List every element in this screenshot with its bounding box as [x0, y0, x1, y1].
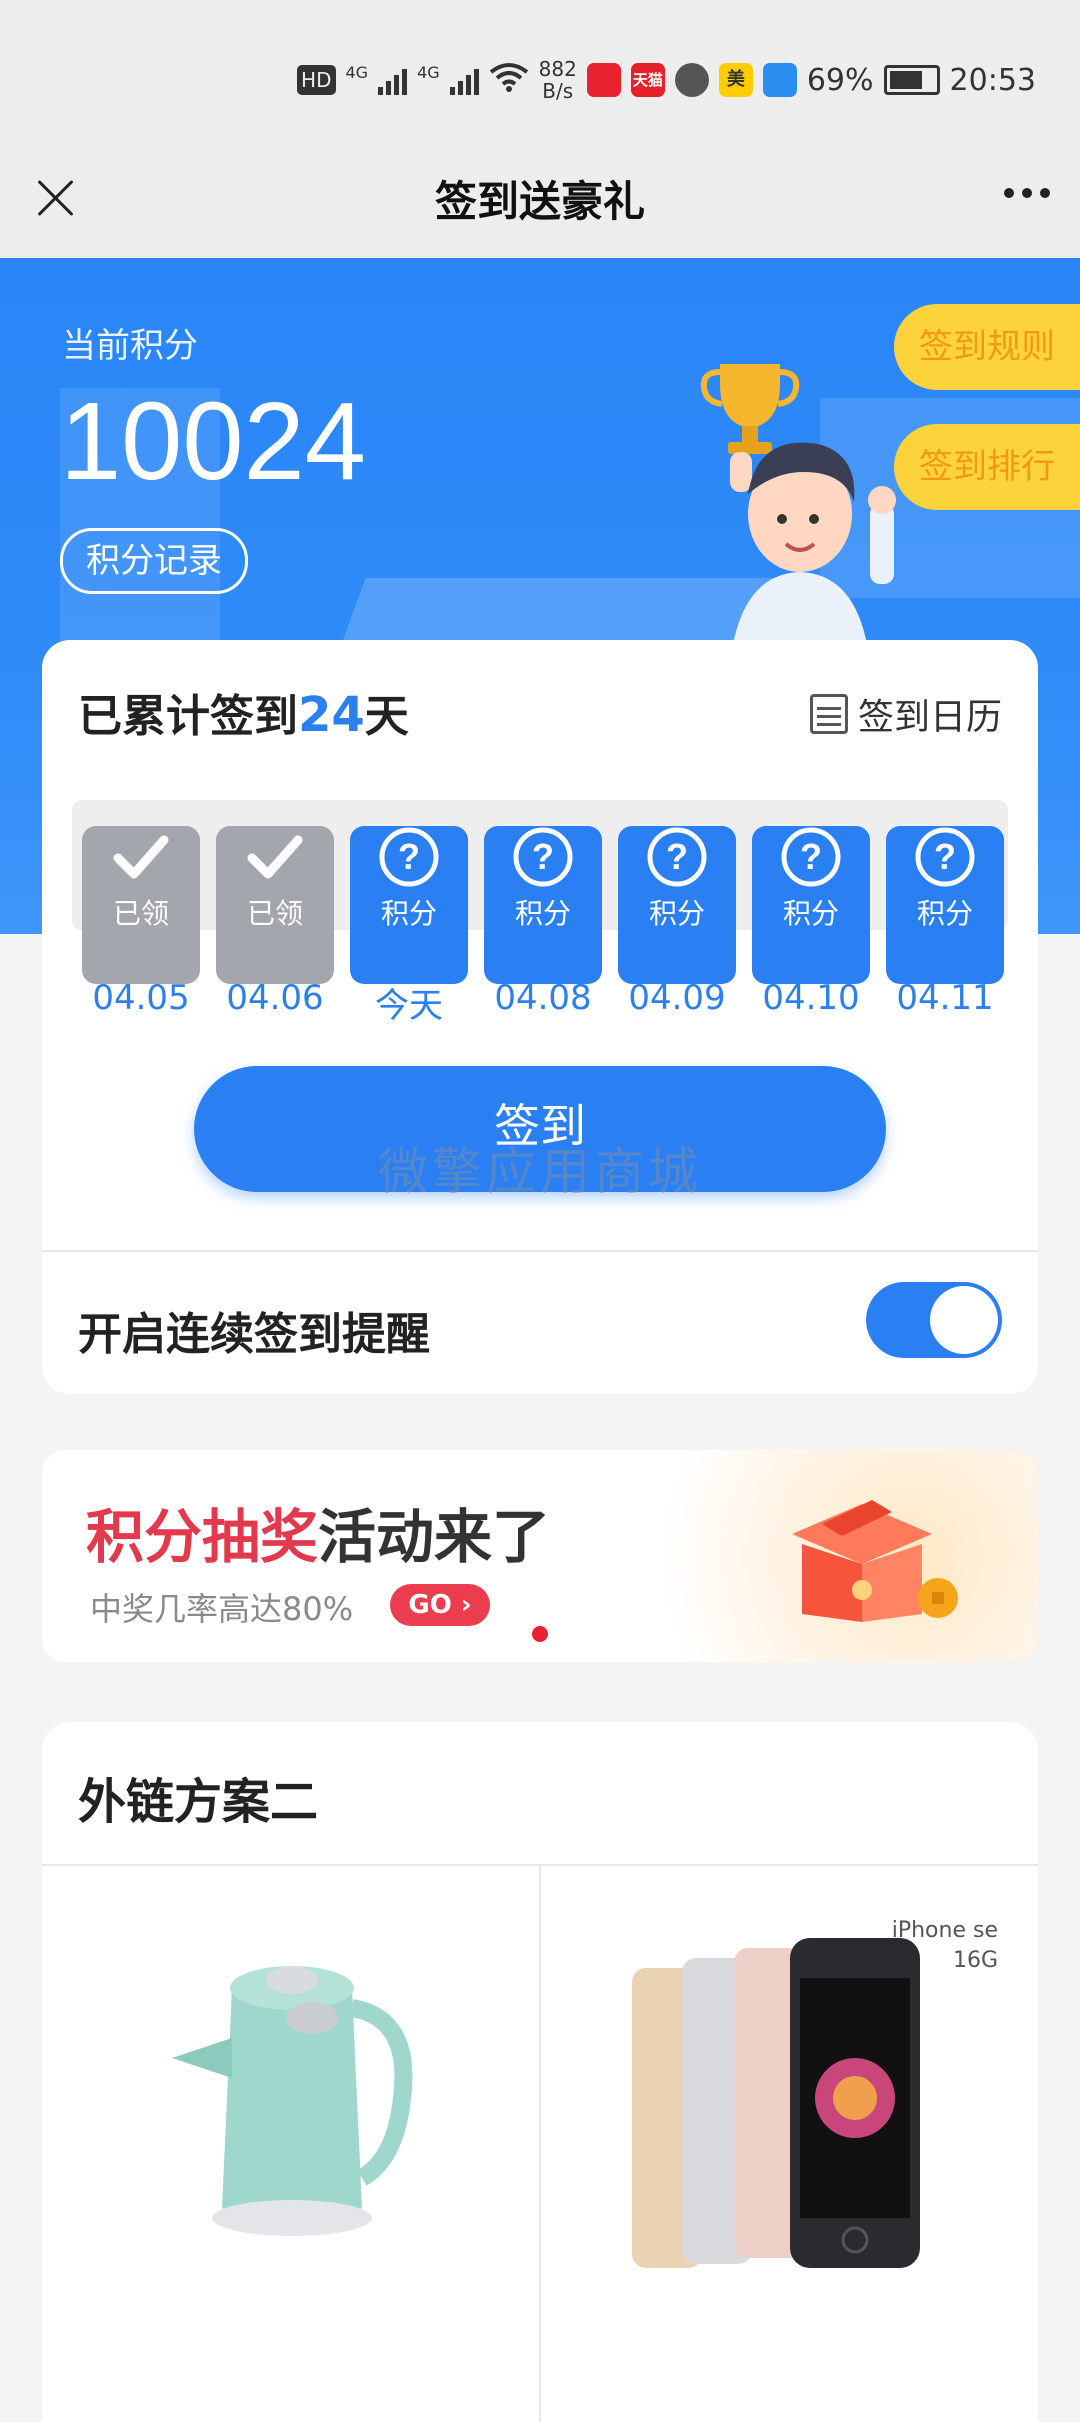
question-circle-icon: ?: [781, 827, 841, 887]
calendar-icon: [809, 694, 848, 734]
day-box: 已领: [216, 826, 334, 984]
more-icon[interactable]: [1004, 188, 1050, 198]
day-item[interactable]: ? 积分 04.08: [484, 804, 602, 1018]
day-box: ? 积分: [350, 826, 468, 984]
watermark: 微擎应用商城: [378, 1143, 702, 1201]
day-item[interactable]: ? 积分 04.10: [752, 804, 870, 1018]
trophy-man-illustration: [700, 364, 896, 664]
sign-calendar-link[interactable]: 签到日历: [809, 688, 1002, 740]
banner-title-highlight: 积分抽奖: [86, 1503, 319, 1571]
products-card: 外链方案二 iPhone se 16G: [42, 1722, 1038, 2422]
svg-text:?: ?: [398, 836, 420, 877]
points-value: 10024: [60, 380, 366, 503]
day-date: 04.10: [762, 978, 860, 1018]
clock: 20:53: [949, 62, 1036, 98]
day-label: 积分: [514, 897, 571, 930]
blue-app-icon: [762, 63, 797, 97]
cumulative-sign-text: 已累计签到24天: [78, 680, 409, 744]
sign-rules-button[interactable]: 签到规则: [894, 304, 1080, 390]
page-title: 签到送豪礼: [434, 177, 645, 226]
battery-icon: [883, 65, 940, 95]
day-box: ? 积分: [484, 826, 602, 984]
day-box: 已领: [82, 826, 200, 984]
banner-title-rest: 活动来了: [318, 1503, 551, 1571]
wifi-icon: [489, 62, 529, 99]
day-item[interactable]: ? 积分 今天: [350, 804, 468, 1026]
net-label: 4G: [345, 63, 369, 82]
day-date: 04.11: [896, 978, 994, 1018]
day-label: 积分: [916, 897, 973, 930]
day-item[interactable]: ? 积分 04.09: [618, 804, 736, 1018]
battery-percent: 69%: [806, 62, 874, 98]
go-button[interactable]: GO ›: [390, 1584, 490, 1626]
question-circle-icon: ?: [647, 827, 707, 887]
signal-icon-2: [449, 65, 479, 95]
points-record-button[interactable]: 积分记录: [60, 528, 248, 594]
day-label: 已领: [246, 897, 303, 930]
status-bar: HD 4G 4G 882 B/s 天猫 美 69% 20:53: [0, 0, 1080, 150]
question-circle-icon: ?: [513, 827, 573, 887]
cumulative-suffix: 天: [364, 691, 409, 742]
points-label: 当前积分: [62, 326, 198, 366]
day-box: ? 积分: [618, 826, 736, 984]
day-date: 04.09: [628, 978, 726, 1018]
products-title: 外链方案二: [78, 1774, 319, 1830]
divider: [539, 1864, 541, 2422]
gift-box-illustration: [792, 1500, 958, 1622]
iphone-product-image[interactable]: [622, 1918, 982, 2298]
gray-app-icon: [674, 63, 709, 97]
check-icon: [113, 835, 169, 879]
svg-text:?: ?: [800, 836, 822, 877]
meituan-icon: 美: [718, 63, 753, 97]
kettle-product-image[interactable]: [162, 1928, 422, 2258]
net-speed-value: 882: [538, 57, 577, 81]
status-icons: HD 4G 4G 882 B/s 天猫 美 69% 20:53: [297, 58, 1036, 102]
toggle-knob: [930, 1286, 998, 1354]
sign-ranking-button[interactable]: 签到排行: [894, 424, 1080, 510]
day-box: ? 积分: [886, 826, 1004, 984]
banner-subtitle: 中奖几率高达80%: [90, 1590, 354, 1628]
day-box: ? 积分: [752, 826, 870, 984]
day-date: 04.05: [92, 978, 190, 1018]
day-date: 今天: [375, 986, 443, 1026]
sign-in-card: 已累计签到24天 签到日历 已领 04.05 已领 04.06 ? 积分 今天 …: [42, 640, 1038, 1394]
day-item[interactable]: 已领 04.05: [82, 804, 200, 1018]
day-date: 04.08: [494, 978, 592, 1018]
svg-text:?: ?: [934, 836, 956, 877]
lottery-banner[interactable]: 积分抽奖活动来了 中奖几率高达80% GO ›: [42, 1450, 1038, 1662]
question-circle-icon: ?: [915, 827, 975, 887]
svg-text:?: ?: [666, 836, 688, 877]
tmall-icon: 天猫: [630, 63, 665, 97]
reminder-label: 开启连续签到提醒: [78, 1309, 430, 1360]
calendar-label: 签到日历: [857, 697, 1002, 738]
divider: [42, 1250, 1038, 1252]
app-red-icon: [586, 63, 621, 97]
check-icon: [247, 835, 303, 879]
cumulative-prefix: 已累计签到: [78, 691, 298, 742]
net-speed-unit: B/s: [542, 79, 574, 103]
cumulative-days: 24: [298, 687, 365, 743]
nav-bar: 签到送豪礼: [0, 150, 1080, 258]
question-circle-icon: ?: [379, 827, 439, 887]
day-item[interactable]: ? 积分 04.11: [886, 804, 1004, 1018]
day-label: 积分: [782, 897, 839, 930]
svg-text:?: ?: [532, 836, 554, 877]
banner-title: 积分抽奖活动来了: [86, 1490, 550, 1574]
day-item[interactable]: 已领 04.06: [216, 804, 334, 1018]
day-label: 积分: [380, 897, 437, 930]
reminder-toggle[interactable]: [866, 1282, 1002, 1358]
net-speed: 882 B/s: [539, 58, 577, 102]
day-label: 积分: [648, 897, 705, 930]
day-label: 已领: [112, 897, 169, 930]
hd-icon: HD: [297, 65, 336, 95]
net-label-2: 4G: [417, 63, 440, 82]
signal-icon: [378, 65, 408, 95]
carousel-indicator[interactable]: [532, 1626, 548, 1642]
day-date: 04.06: [226, 978, 324, 1018]
